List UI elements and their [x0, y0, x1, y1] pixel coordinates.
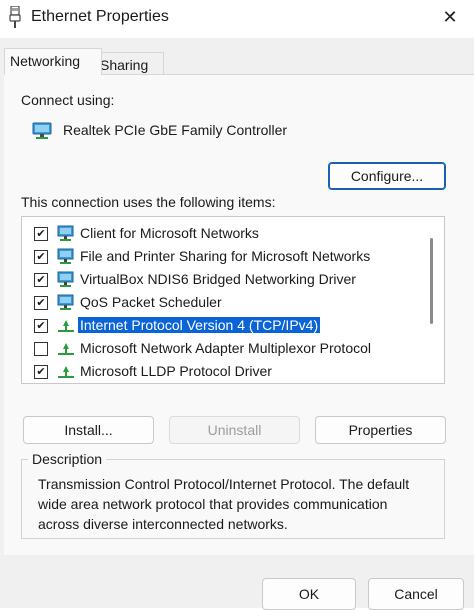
item-checkbox[interactable]: ✔ [34, 273, 48, 287]
connect-using-label: Connect using: [21, 92, 115, 108]
item-checkbox[interactable]: ✔ [34, 319, 48, 333]
item-label: Microsoft Network Adapter Multiplexor Pr… [80, 340, 371, 356]
configure-button[interactable]: Configure... [328, 162, 446, 190]
item-checkbox[interactable] [34, 342, 48, 356]
item-checkbox[interactable]: ✔ [34, 250, 48, 264]
ok-button[interactable]: OK [262, 578, 356, 610]
items-label: This connection uses the following items… [21, 194, 276, 210]
network-client-icon [57, 225, 74, 241]
list-item[interactable]: ✔ QoS Packet Scheduler [22, 292, 432, 314]
window-title: Ethernet Properties [31, 8, 169, 25]
ethernet-icon [9, 6, 21, 28]
tab-networking[interactable]: Networking [4, 48, 102, 75]
items-listbox[interactable]: ✔ Client for Microsoft Networks ✔ File a… [21, 216, 445, 384]
list-item-selected[interactable]: ✔ Internet Protocol Version 4 (TCP/IPv4) [22, 315, 432, 337]
protocol-icon [58, 343, 74, 355]
item-label: QoS Packet Scheduler [80, 294, 222, 310]
item-label: File and Printer Sharing for Microsoft N… [80, 248, 371, 264]
item-checkbox[interactable]: ✔ [34, 227, 48, 241]
close-icon[interactable]: ✕ [438, 4, 462, 30]
list-item[interactable]: ✔ File and Printer Sharing for Microsoft… [22, 246, 432, 268]
list-item[interactable]: ✔ VirtualBox NDIS6 Bridged Networking Dr… [22, 269, 432, 291]
item-label: Internet Protocol Version 4 (TCP/IPv4) [76, 316, 322, 334]
install-button[interactable]: Install... [23, 416, 154, 444]
list-scrollbar[interactable] [430, 238, 433, 324]
description-legend: Description [28, 451, 107, 467]
list-item[interactable]: ✔ Microsoft LLDP Protocol Driver [22, 361, 432, 383]
protocol-icon [58, 366, 74, 378]
network-service-icon [57, 271, 74, 287]
item-checkbox[interactable]: ✔ [34, 296, 48, 310]
item-label: Client for Microsoft Networks [80, 225, 259, 241]
list-item[interactable]: Microsoft Network Adapter Multiplexor Pr… [22, 338, 432, 360]
network-adapter-icon [32, 122, 52, 139]
properties-button[interactable]: Properties [315, 416, 446, 444]
tab-sharing[interactable]: Sharing [94, 52, 164, 75]
protocol-icon [58, 320, 74, 332]
item-checkbox[interactable]: ✔ [34, 365, 48, 379]
item-label: VirtualBox NDIS6 Bridged Networking Driv… [80, 271, 356, 287]
description-text: Transmission Control Protocol/Internet P… [38, 476, 410, 532]
network-service-icon [57, 248, 74, 264]
uninstall-button[interactable]: Uninstall [169, 416, 300, 444]
adapter-name: Realtek PCIe GbE Family Controller [63, 122, 288, 138]
item-label: Microsoft LLDP Protocol Driver [80, 363, 272, 379]
list-item[interactable]: ✔ Client for Microsoft Networks [22, 223, 432, 245]
cancel-button[interactable]: Cancel [368, 578, 464, 610]
network-service-icon [57, 294, 74, 310]
